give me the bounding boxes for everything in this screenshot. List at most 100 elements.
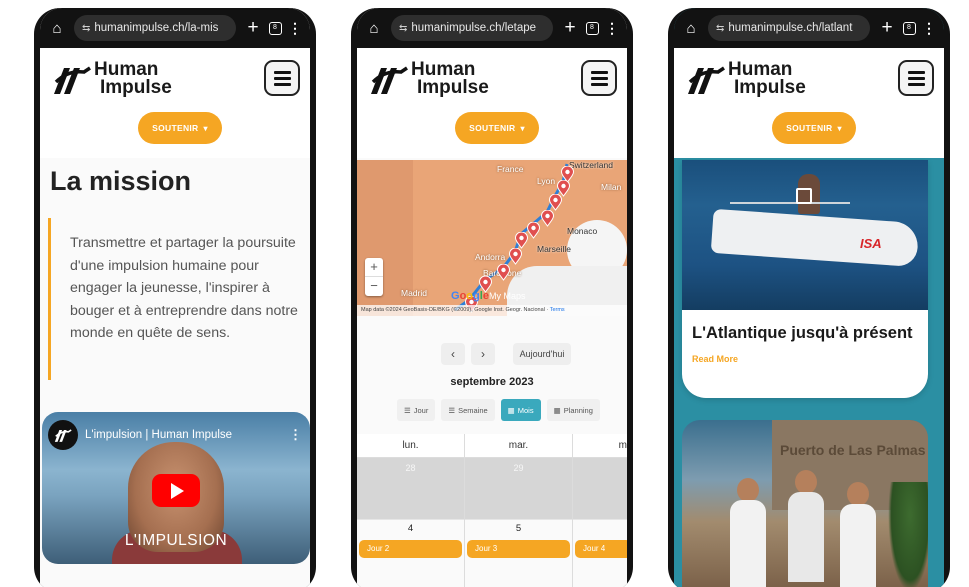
route-map[interactable]: France Switzerland Lyon Milan Monaco Mar…	[357, 160, 627, 316]
article-title[interactable]: L'Atlantique jusqu'à présent	[692, 324, 913, 343]
zoom-out-button[interactable]: −	[365, 277, 383, 295]
article-photo[interactable]: ISA	[682, 160, 928, 310]
site-settings-icon[interactable]: ⇆	[716, 23, 724, 34]
video-title[interactable]: L'impulsion | Human Impulse	[85, 429, 289, 441]
day-number[interactable]	[573, 520, 627, 534]
site-settings-icon[interactable]: ⇆	[82, 23, 90, 34]
page-title: La mission	[50, 166, 192, 196]
home-icon[interactable]: ⌂	[46, 17, 68, 39]
url-text: humanimpulse.ch/la-mis	[94, 22, 219, 34]
map-label: Switzerland	[569, 160, 613, 170]
overflow-menu-icon[interactable]: ⋮	[920, 20, 938, 37]
url-bar[interactable]: ⇆ humanimpulse.ch/latlant	[708, 15, 870, 41]
chevron-down-icon: ▾	[837, 123, 842, 133]
calendar-event[interactable]: Jour 4	[575, 540, 627, 558]
overflow-menu-icon[interactable]: ⋮	[603, 20, 621, 37]
read-more-link[interactable]: Read More	[692, 354, 738, 364]
calendar-event[interactable]: Jour 3	[467, 540, 570, 558]
view-month-button[interactable]: ▦ Mois	[500, 399, 541, 421]
browser-toolbar: ⌂ ⇆ humanimpulse.ch/latlant + 8 ⋮	[674, 8, 944, 48]
tabs-icon[interactable]: 8	[898, 21, 920, 35]
site-header: Human Impulse SOUTENIR ▾	[674, 48, 944, 158]
map-label: France	[497, 164, 524, 174]
photo-person	[840, 482, 876, 587]
prev-month-day[interactable]	[573, 458, 627, 520]
map-pin-icon[interactable]	[515, 232, 528, 249]
view-week-button[interactable]: ☰ Semaine	[441, 399, 495, 421]
photo-boat	[710, 208, 920, 268]
external-link-icon[interactable]	[796, 188, 812, 204]
day-number[interactable]: 4	[357, 520, 464, 534]
hamburger-icon[interactable]	[264, 60, 300, 96]
video-player[interactable]: L'impulsion | Human Impulse ⋮ L'IMPULSIO…	[42, 412, 310, 564]
mission-quote: Transmettre et partager la poursuite d'u…	[48, 218, 298, 380]
soutenir-button[interactable]: SOUTENIR ▾	[138, 112, 222, 144]
logo-word-impulse: Impulse	[734, 77, 806, 98]
site-header: Human Impulse SOUTENIR ▾	[40, 48, 310, 158]
phone-screen: ⌂ ⇆ humanimpulse.ch/la-mis + 8 ⋮ Human Im…	[40, 8, 310, 587]
logo-mark-icon	[688, 66, 725, 94]
url-text: humanimpulse.ch/latlant	[728, 22, 853, 34]
calendar-next-button[interactable]: ›	[471, 343, 495, 365]
calendar-month-title: septembre 2023	[450, 376, 534, 388]
human-impulse-logo[interactable]: Human Impulse	[684, 60, 814, 100]
new-tab-icon[interactable]: +	[242, 17, 264, 39]
home-icon[interactable]: ⌂	[680, 17, 702, 39]
hamburger-icon[interactable]	[898, 60, 934, 96]
view-day-button[interactable]: ☰ Jour	[397, 399, 436, 421]
url-bar[interactable]: ⇆ humanimpulse.ch/letape	[391, 15, 553, 41]
map-label: Milan	[601, 182, 622, 192]
calendar-today-button[interactable]: Aujourd'hui	[513, 343, 571, 365]
calendar-event[interactable]: Jour 2	[359, 540, 462, 558]
map-label: Madrid	[401, 288, 427, 298]
tabs-icon[interactable]: 8	[264, 21, 286, 35]
home-icon[interactable]: ⌂	[363, 17, 385, 39]
prev-month-day[interactable]: 28	[357, 458, 464, 520]
new-tab-icon[interactable]: +	[559, 17, 581, 39]
weekday-header: lun.	[357, 434, 464, 458]
phone-screen: ⌂ ⇆ humanimpulse.ch/letape + 8 ⋮ Human Im…	[357, 8, 627, 587]
boat-label: ISA	[860, 236, 882, 251]
map-pin-icon[interactable]	[509, 248, 522, 265]
photo-person	[730, 478, 766, 587]
calendar-column: m Jour 4	[573, 434, 627, 587]
calendar-prev-button[interactable]: ‹	[441, 343, 465, 365]
logo-word-impulse: Impulse	[417, 77, 489, 98]
human-impulse-logo[interactable]: Human Impulse	[50, 60, 180, 100]
hamburger-icon[interactable]	[581, 60, 617, 96]
channel-avatar[interactable]	[48, 420, 78, 450]
article-card[interactable]: ISA L'Atlantique jusqu'à présent Read Mo…	[682, 160, 928, 398]
day-number[interactable]: 5	[465, 520, 572, 534]
view-planning-button[interactable]: ▦ Planning	[546, 399, 600, 421]
url-text: humanimpulse.ch/letape	[411, 22, 537, 34]
calendar-icon: ▦	[507, 405, 515, 415]
map-pin-icon[interactable]	[527, 222, 540, 239]
map-terms-link[interactable]: Terms	[550, 307, 565, 313]
chevron-down-icon: ▾	[203, 123, 208, 133]
zoom-in-button[interactable]: +	[365, 258, 383, 277]
logo-word-impulse: Impulse	[100, 77, 172, 98]
url-bar[interactable]: ⇆ humanimpulse.ch/la-mis	[74, 15, 236, 41]
prev-month-day[interactable]: 29	[465, 458, 572, 520]
play-icon[interactable]	[152, 474, 200, 507]
article-card-photo[interactable]: Puerto de Las Palmas	[682, 420, 928, 587]
map-attribution: Map data ©2024 GeoBasis-DE/BKG (©2009), …	[357, 305, 627, 316]
new-tab-icon[interactable]: +	[876, 17, 898, 39]
soutenir-button[interactable]: SOUTENIR ▾	[772, 112, 856, 144]
map-zoom-control[interactable]: + −	[365, 258, 383, 296]
map-pin-icon[interactable]	[549, 194, 562, 211]
calendar-view-switcher: ☰ Jour ☰ Semaine ▦ Mois ▦ Planning	[397, 399, 600, 421]
tabs-icon[interactable]: 8	[581, 21, 603, 35]
logo-mark-icon	[371, 66, 408, 94]
site-settings-icon[interactable]: ⇆	[399, 23, 407, 34]
browser-toolbar: ⌂ ⇆ humanimpulse.ch/letape + 8 ⋮	[357, 8, 627, 48]
photo-palm	[888, 482, 928, 587]
calendar-icon: ▦	[553, 405, 561, 415]
map-pin-icon[interactable]	[497, 264, 510, 281]
map-pin-icon[interactable]	[541, 210, 554, 227]
human-impulse-logo[interactable]: Human Impulse	[367, 60, 497, 100]
overflow-menu-icon[interactable]: ⋮	[286, 20, 304, 37]
video-menu-icon[interactable]: ⋮	[289, 427, 302, 443]
map-label: Andorra	[475, 252, 506, 262]
soutenir-button[interactable]: SOUTENIR ▾	[455, 112, 539, 144]
